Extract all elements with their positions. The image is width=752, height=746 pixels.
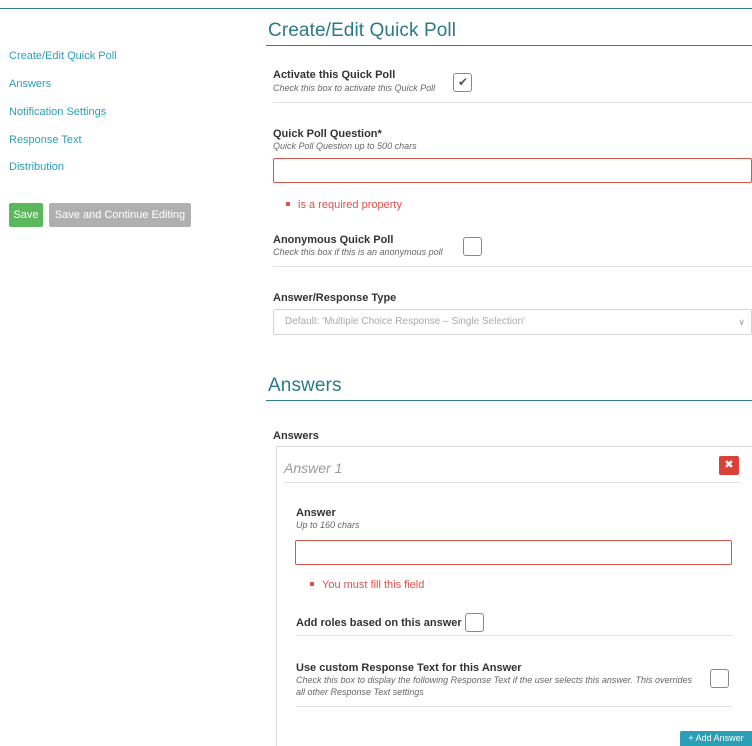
answer-panel-header-divider [284,482,741,483]
answer-label: Answer [296,507,336,519]
save-and-continue-button[interactable]: Save and Continue Editing [49,203,191,227]
activate-label: Activate this Quick Poll [273,69,396,81]
sidebar-link-response-text[interactable]: Response Text [9,134,82,146]
divider [273,102,752,103]
question-error-text: is a required property [298,199,402,211]
answer-error: You must fill this field [310,579,424,591]
error-bullet-icon [310,582,314,587]
sidebar-link-distribution[interactable]: Distribution [9,161,64,173]
error-bullet-icon [286,202,290,207]
anonymous-help: Check this box if this is an anonymous p… [273,247,443,257]
close-icon: ✖ [724,459,734,471]
delete-answer-button[interactable]: ✖ [719,456,739,475]
checkmark-icon: ✔ [458,75,469,89]
question-error: is a required property [286,199,402,211]
activate-help: Check this box to activate this Quick Po… [273,83,436,93]
create-edit-title-rule [266,45,752,46]
answer-panel-title: Answer 1 [284,460,343,476]
response-type-label: Answer/Response Type [273,292,397,304]
custom-response-label: Use custom Response Text for this Answer [296,662,522,674]
chevron-down-icon: ∨ [738,317,745,327]
add-answer-button[interactable]: + Add Answer [680,731,752,746]
answer-help: Up to 160 chars [296,520,360,530]
custom-response-help-line1: Check this box to display the following … [296,675,693,685]
divider [273,266,752,267]
answer-panel [276,446,752,746]
answers-list-label: Answers [273,430,319,442]
save-button[interactable]: Save [9,203,43,227]
sidebar-link-notification-settings[interactable]: Notification Settings [9,106,106,118]
sidebar-link-create-edit[interactable]: Create/Edit Quick Poll [9,50,117,62]
custom-response-help-line2: all other Response Text settings [296,687,424,697]
answer-error-text: You must fill this field [322,579,425,591]
question-label: Quick Poll Question* [273,128,382,140]
activate-checkbox[interactable]: ✔ [453,73,472,92]
custom-response-checkbox[interactable] [710,669,729,688]
roles-label: Add roles based on this answer [296,617,462,629]
roles-checkbox[interactable] [465,613,484,632]
divider [296,706,732,707]
create-edit-title: Create/Edit Quick Poll [268,20,457,41]
question-input[interactable] [273,158,752,183]
answers-title-rule [266,400,752,401]
anonymous-label: Anonymous Quick Poll [273,234,394,246]
answers-title: Answers [268,375,342,396]
response-type-select[interactable]: Default: 'Multiple Choice Response – Sin… [273,309,752,335]
anonymous-checkbox[interactable] [463,237,482,256]
top-divider [0,8,752,9]
question-help: Quick Poll Question up to 500 chars [273,141,417,151]
divider [296,635,732,636]
sidebar-link-answers[interactable]: Answers [9,78,51,90]
response-type-selected: Default: 'Multiple Choice Response – Sin… [285,316,526,327]
answer-input[interactable] [295,540,732,565]
